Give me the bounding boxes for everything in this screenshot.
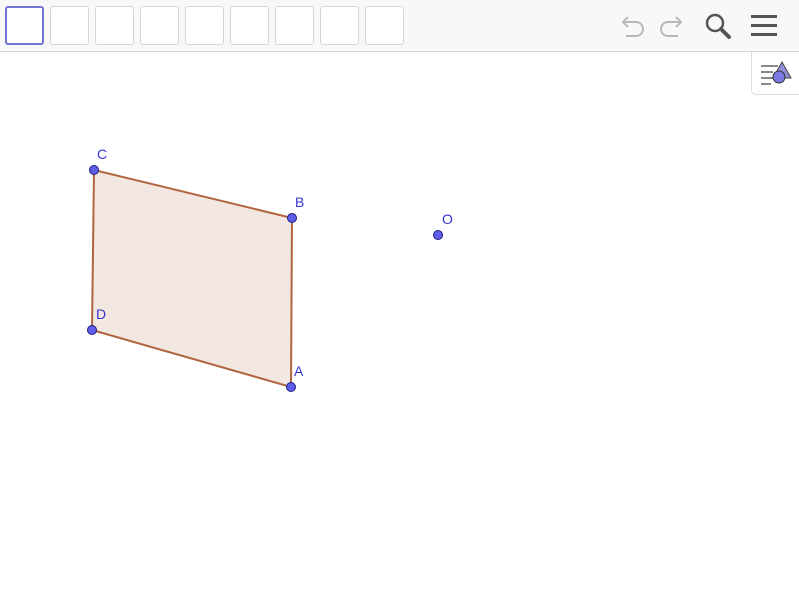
search-icon — [705, 13, 731, 39]
redo-button[interactable] — [653, 10, 687, 42]
tool-slot-3[interactable] — [95, 6, 134, 45]
label-A[interactable]: A — [294, 363, 304, 379]
menu-button[interactable] — [747, 10, 781, 42]
menu-icon — [751, 15, 777, 36]
undo-button[interactable] — [617, 10, 651, 42]
geometry-canvas[interactable]: C B D A O — [0, 53, 799, 600]
quadrilateral-ABCD[interactable] — [91, 169, 293, 388]
tool-slot-2[interactable] — [50, 6, 89, 45]
label-D[interactable]: D — [96, 306, 106, 322]
tool-slot-8[interactable] — [320, 6, 359, 45]
label-O[interactable]: O — [442, 211, 453, 227]
search-button[interactable] — [700, 10, 734, 42]
graphics-view[interactable]: C B D A O — [0, 53, 799, 600]
redo-icon — [660, 16, 683, 37]
tool-slot-4[interactable] — [140, 6, 179, 45]
point-B[interactable] — [287, 213, 297, 223]
toolbar — [0, 0, 799, 52]
tool-slot-9[interactable] — [365, 6, 404, 45]
label-B[interactable]: B — [295, 194, 304, 210]
tool-slot-7[interactable] — [275, 6, 314, 45]
tool-slot-6[interactable] — [230, 6, 269, 45]
point-A[interactable] — [286, 382, 296, 392]
label-C[interactable]: C — [97, 146, 107, 162]
point-O[interactable] — [433, 230, 443, 240]
point-C[interactable] — [89, 165, 99, 175]
point-D[interactable] — [87, 325, 97, 335]
tool-slot-1[interactable] — [5, 6, 44, 45]
undo-icon — [621, 16, 644, 37]
tool-slot-5[interactable] — [185, 6, 224, 45]
